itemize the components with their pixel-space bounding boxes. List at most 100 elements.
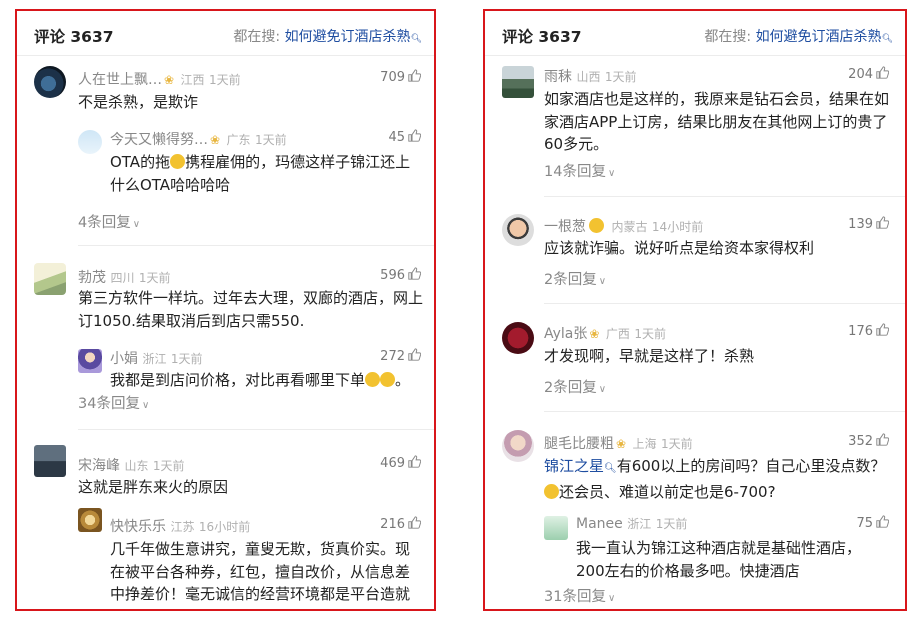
comment-text: 第三方软件一样坑。过年去大理，双廊的酒店，网上订1050.结果取消后到店只需55…	[78, 289, 424, 330]
comments-panel-right: 评论 3637 都在搜: 如何避免订酒店杀熟🔍︎ 雨秣 山西 1天前 204 如…	[483, 9, 907, 611]
username[interactable]: 勃茂	[78, 270, 106, 286]
username[interactable]: Ayla张	[544, 326, 587, 342]
like-button[interactable]: 139	[848, 216, 889, 232]
reply-meta: 小娟 浙江 1天前	[110, 348, 203, 368]
like-count: 469	[380, 456, 405, 471]
search-query-link[interactable]: 如何避免订酒店杀熟	[285, 29, 411, 45]
timestamp: 16小时前	[198, 520, 251, 534]
trending-search[interactable]: 都在搜: 如何避免订酒店杀熟🔍︎	[704, 26, 893, 46]
view-replies-button[interactable]: 34条回复 ∨	[78, 392, 149, 413]
avatar[interactable]	[502, 66, 534, 98]
username[interactable]: Manee	[576, 516, 623, 532]
comment-count: 评论 3637	[502, 28, 582, 46]
username[interactable]: 快快乐乐	[110, 519, 166, 535]
comment-text-part: 还会员、难道以前定也是6-700?	[559, 482, 776, 501]
chevron-down-icon: ∨	[141, 400, 150, 411]
reply-text-part: OTA的拖	[110, 153, 171, 171]
timestamp: 1天前	[604, 70, 637, 84]
avatar[interactable]	[502, 430, 534, 462]
thumbs-up-icon	[876, 66, 889, 79]
avatar[interactable]	[502, 214, 534, 246]
vip-badge-icon: ❀	[589, 327, 600, 341]
like-button[interactable]: 204	[848, 66, 889, 82]
like-count: 352	[848, 434, 873, 449]
chevron-down-icon: ∨	[607, 593, 616, 604]
avatar[interactable]	[544, 516, 568, 540]
like-button[interactable]: 176	[848, 323, 889, 339]
thumbs-up-icon	[408, 69, 421, 82]
avatar[interactable]	[78, 508, 102, 532]
search-query-link[interactable]: 如何避免订酒店杀熟	[756, 29, 882, 45]
view-replies-button[interactable]: 4条回复 ∨	[78, 211, 140, 232]
like-button[interactable]: 45	[388, 129, 421, 145]
username[interactable]: 小娟	[110, 351, 138, 367]
more-replies-label: 34条回复	[78, 396, 140, 412]
reply-meta: 今天又懒得努… ❀ 广东 1天前	[110, 129, 287, 149]
avatar[interactable]	[78, 349, 102, 373]
thumbs-up-icon	[876, 216, 889, 229]
avatar[interactable]	[502, 322, 534, 354]
like-button[interactable]: 75	[856, 515, 889, 531]
comment-meta: 宋海峰 山东 1天前	[78, 455, 185, 475]
avatar[interactable]	[78, 130, 102, 154]
username[interactable]: 腿毛比腰粗	[544, 436, 614, 452]
divider	[78, 429, 434, 430]
username[interactable]: 一根葱	[544, 219, 586, 235]
thumbs-up-icon	[408, 455, 421, 468]
mention-link[interactable]: 锦江之星	[544, 457, 604, 475]
divider	[544, 303, 905, 304]
wink-emoji-icon	[589, 218, 604, 233]
like-button[interactable]: 596	[380, 267, 421, 283]
laugh-cry-emoji-icon	[365, 372, 381, 387]
username[interactable]: 今天又懒得努…	[110, 132, 208, 148]
like-button[interactable]: 709	[380, 69, 421, 85]
like-count: 709	[380, 70, 405, 85]
region: 江西	[180, 73, 205, 87]
avatar[interactable]	[34, 263, 66, 295]
region: 上海	[632, 437, 657, 451]
region: 内蒙古	[611, 220, 648, 234]
avatar[interactable]	[34, 445, 66, 477]
more-replies-label: 31条回复	[544, 589, 606, 605]
region: 山东	[124, 459, 149, 473]
region: 广东	[226, 133, 251, 147]
comment-text: 应该就诈骗。说好听点是给资本家得权利	[544, 239, 815, 257]
timestamp: 14小时前	[651, 220, 704, 234]
timestamp: 1天前	[208, 73, 241, 87]
view-replies-button[interactable]: 14条回复 ∨	[544, 160, 615, 181]
thumbs-up-icon	[876, 433, 889, 446]
reply-text-part: 我都是到店问价格，对比再看哪里下单	[110, 371, 366, 389]
comment-count: 评论 3637	[34, 28, 114, 46]
timestamp: 1天前	[660, 437, 693, 451]
like-button[interactable]: 216	[380, 516, 421, 532]
thumbs-up-icon	[408, 267, 421, 280]
search-icon: 🔍︎	[410, 34, 422, 44]
username[interactable]: 人在世上飘…	[78, 72, 162, 88]
username[interactable]: 宋海峰	[78, 458, 120, 474]
search-prefix: 都在搜:	[233, 29, 281, 45]
more-replies-label: 4条回复	[78, 215, 131, 231]
like-button[interactable]: 352	[848, 433, 889, 449]
view-replies-button[interactable]: 31条回复 ∨	[544, 585, 615, 606]
comments-panel-left: 评论 3637 都在搜: 如何避免订酒店杀熟🔍︎ 人在世上飘… ❀ 江西 1天前 …	[15, 9, 436, 611]
divider	[78, 245, 434, 246]
trending-search[interactable]: 都在搜: 如何避免订酒店杀熟🔍︎	[233, 26, 422, 46]
username[interactable]: 雨秣	[544, 69, 572, 85]
timestamp: 1天前	[634, 327, 667, 341]
like-button[interactable]: 272	[380, 348, 421, 364]
view-replies-button[interactable]: 2条回复 ∨	[544, 376, 606, 397]
timestamp: 1天前	[655, 517, 688, 531]
avatar[interactable]	[34, 66, 66, 98]
reply-text: 我一直认为锦江这种酒店就是基础性酒店，200左右的价格最多吧。快捷酒店	[576, 539, 862, 580]
comment-text: 才发现啊，早就是这样了！杀熟	[544, 347, 755, 365]
divider	[544, 196, 905, 197]
like-count: 139	[848, 217, 873, 232]
thumbs-up-icon	[876, 515, 889, 528]
reply-meta: 快快乐乐 江苏 16小时前	[110, 516, 250, 536]
more-replies-label: 14条回复	[544, 164, 606, 180]
comment-meta: 腿毛比腰粗 ❀ 上海 1天前	[544, 433, 693, 453]
like-button[interactable]: 469	[380, 455, 421, 471]
region: 江苏	[170, 520, 195, 534]
view-replies-button[interactable]: 2条回复 ∨	[544, 268, 606, 289]
timestamp: 1天前	[254, 133, 287, 147]
